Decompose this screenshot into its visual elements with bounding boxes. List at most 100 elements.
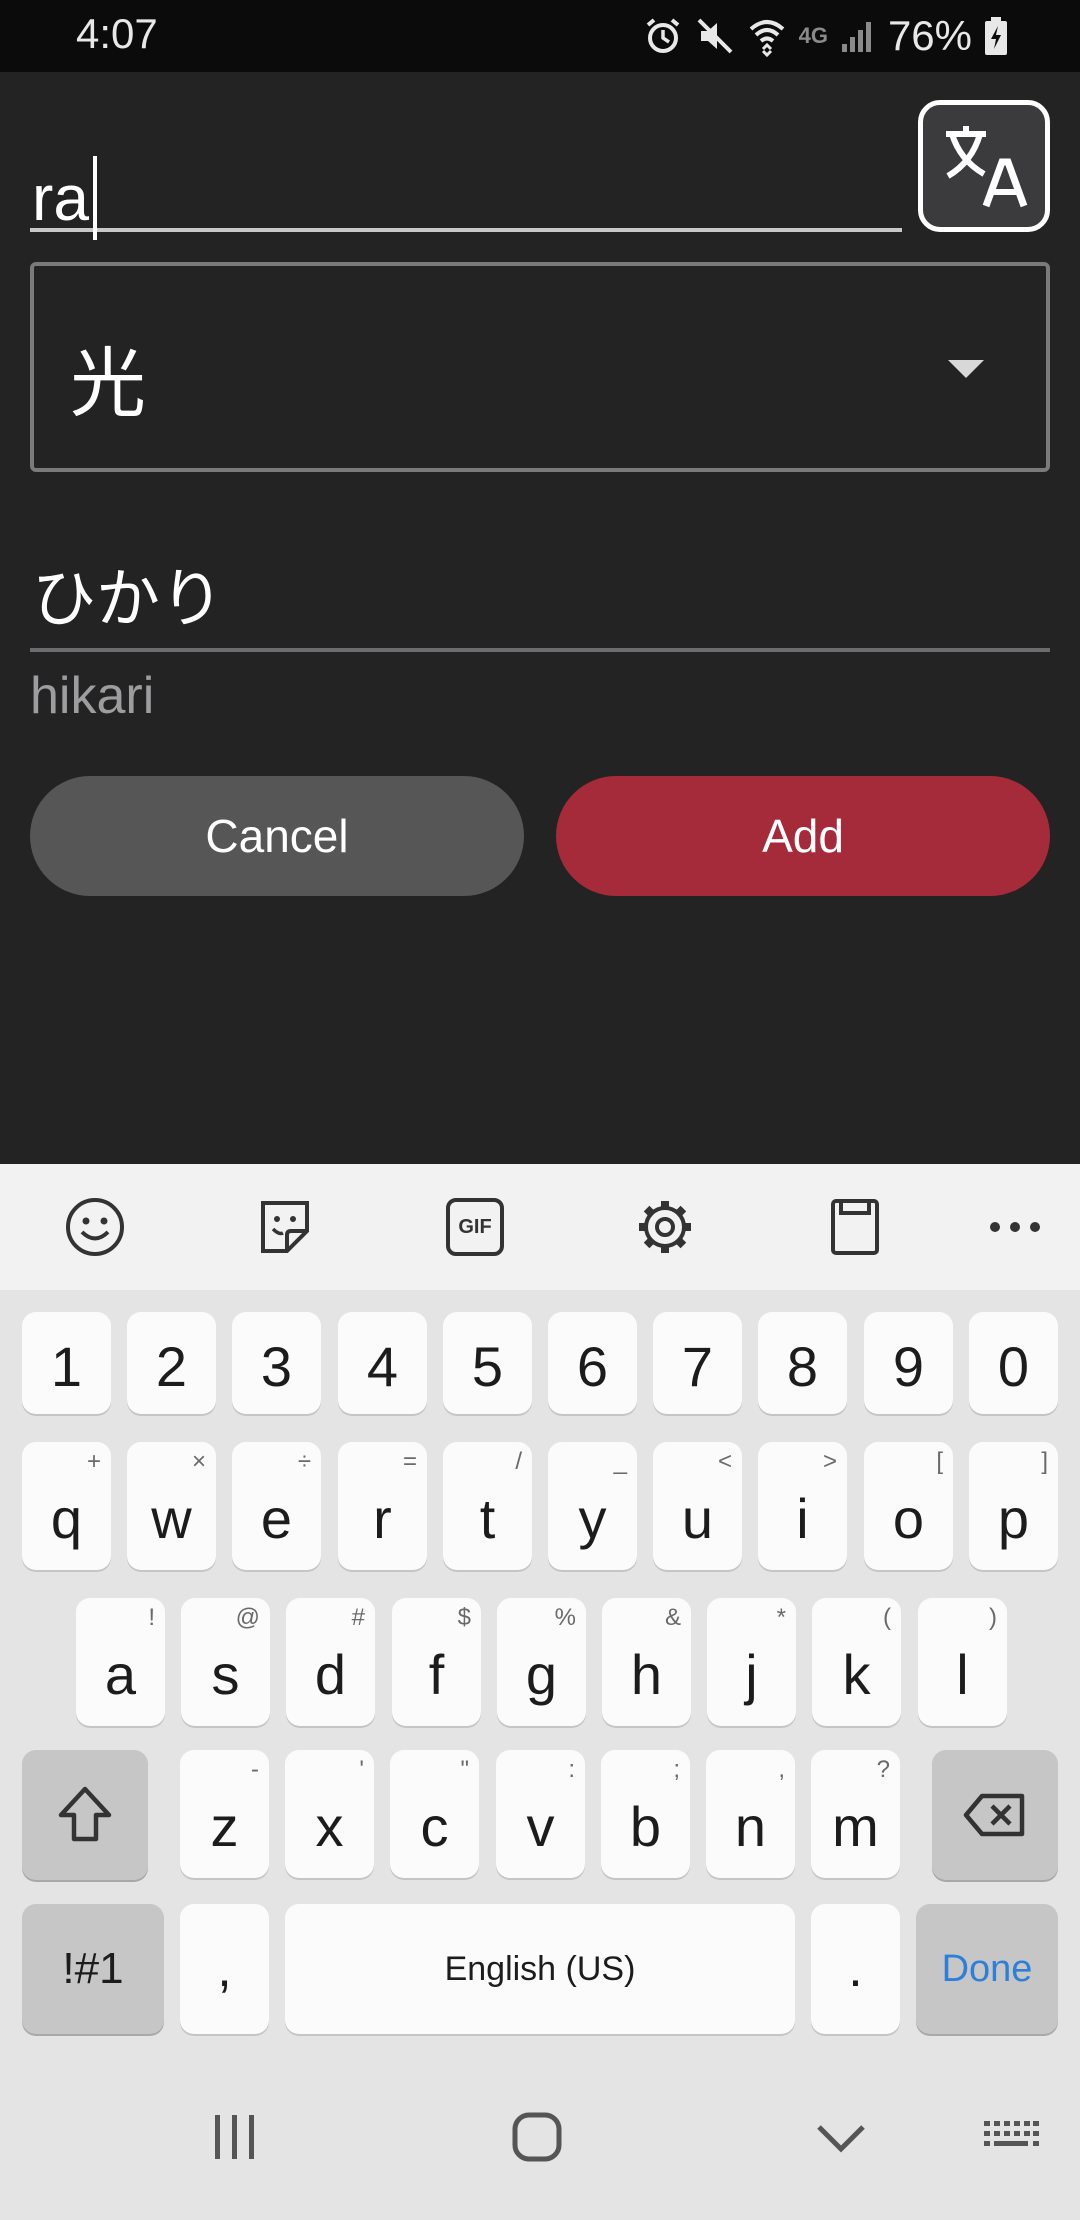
key-l[interactable]: ) l bbox=[918, 1598, 1007, 1726]
key-8[interactable]: 8 bbox=[758, 1312, 847, 1414]
home-button[interactable] bbox=[502, 2102, 572, 2172]
key-a[interactable]: ! a bbox=[76, 1598, 165, 1726]
back-button[interactable] bbox=[806, 2102, 876, 2172]
key-label: q bbox=[50, 1487, 83, 1550]
translate-button[interactable] bbox=[918, 100, 1050, 232]
key-h[interactable]: & h bbox=[602, 1598, 691, 1726]
key-g[interactable]: % g bbox=[497, 1598, 586, 1726]
key-p[interactable]: ] p bbox=[969, 1442, 1058, 1570]
home-icon bbox=[512, 2112, 562, 2162]
key-label: v bbox=[526, 1795, 555, 1858]
more-button[interactable] bbox=[982, 1194, 1048, 1260]
key-1[interactable]: 1 bbox=[22, 1312, 111, 1414]
key-label: k bbox=[842, 1643, 871, 1706]
key-6[interactable]: 6 bbox=[548, 1312, 637, 1414]
keyboard-switch-icon bbox=[984, 2121, 1039, 2146]
key-d[interactable]: # d bbox=[286, 1598, 375, 1726]
text-caret bbox=[92, 156, 97, 240]
key-i[interactable]: > i bbox=[758, 1442, 847, 1570]
cancel-button[interactable]: Cancel bbox=[30, 776, 524, 896]
comma-key[interactable]: , bbox=[180, 1904, 269, 2034]
add-word-dialog: ra 光 ひかり hikari Cancel Add bbox=[0, 72, 1080, 1164]
status-bar: 4:07 4G 76% bbox=[0, 0, 1080, 72]
key-alt-label: : bbox=[568, 1756, 575, 1783]
symbols-key[interactable]: !#1 bbox=[22, 1904, 164, 2034]
key-alt-label: ] bbox=[1041, 1448, 1048, 1475]
key-label: f bbox=[428, 1643, 445, 1706]
key-o[interactable]: [o bbox=[864, 1442, 953, 1570]
done-key[interactable]: Done bbox=[916, 1904, 1058, 2034]
keyboard-switch-button[interactable] bbox=[976, 2102, 1046, 2172]
key-label: l bbox=[956, 1643, 969, 1706]
key-b[interactable]: ; b bbox=[601, 1750, 690, 1878]
key-alt-label: ' bbox=[359, 1756, 364, 1783]
key-z[interactable]: -z bbox=[180, 1750, 269, 1878]
key-label: !#1 bbox=[62, 1944, 124, 1993]
word-input-text: ra bbox=[32, 162, 89, 234]
key-alt-label: + bbox=[86, 1448, 101, 1475]
period-key[interactable]: . bbox=[811, 1904, 900, 2034]
word-input[interactable]: ra bbox=[30, 112, 902, 240]
key-y[interactable]: _ y bbox=[548, 1442, 637, 1570]
key-label: r bbox=[373, 1487, 392, 1550]
dropdown-arrow-icon bbox=[948, 360, 984, 378]
key-alt-label: ! bbox=[148, 1604, 155, 1631]
key-w[interactable]: × w bbox=[127, 1442, 216, 1570]
add-button[interactable]: Add bbox=[556, 776, 1050, 896]
key-alt-label: [ bbox=[936, 1448, 943, 1475]
key-m[interactable]: ? m bbox=[811, 1750, 900, 1878]
key-e[interactable]: ÷ e bbox=[232, 1442, 321, 1570]
recent-apps-icon bbox=[215, 2115, 254, 2159]
backspace-icon bbox=[963, 1793, 1025, 1837]
key-x[interactable]: ' x bbox=[285, 1750, 374, 1878]
keyboard-settings-button[interactable] bbox=[632, 1194, 698, 1260]
key-u[interactable]: < u bbox=[653, 1442, 742, 1570]
key-s[interactable]: @ s bbox=[181, 1598, 270, 1726]
space-key[interactable]: English (US) bbox=[285, 1904, 795, 2034]
key-r[interactable]: = r bbox=[338, 1442, 427, 1570]
backspace-key[interactable] bbox=[932, 1750, 1058, 1880]
key-5[interactable]: 5 bbox=[443, 1312, 532, 1414]
reading-field[interactable]: ひかり bbox=[30, 512, 1050, 652]
shift-key[interactable] bbox=[22, 1750, 148, 1880]
key-4[interactable]: 4 bbox=[338, 1312, 427, 1414]
key-alt-label: ? bbox=[876, 1756, 890, 1783]
recent-apps-button[interactable] bbox=[200, 2102, 270, 2172]
battery-percent: 76% bbox=[887, 12, 972, 59]
key-k[interactable]: (k bbox=[812, 1598, 901, 1726]
emoji-button[interactable] bbox=[62, 1194, 128, 1260]
clipboard-button[interactable] bbox=[822, 1194, 888, 1260]
sticker-button[interactable] bbox=[252, 1194, 318, 1260]
key-alt-label: ) bbox=[989, 1604, 997, 1631]
key-f[interactable]: $ f bbox=[392, 1598, 481, 1726]
kanji-dropdown[interactable]: 光 bbox=[30, 262, 1050, 472]
key-q[interactable]: + q bbox=[22, 1442, 111, 1570]
key-alt-label: # bbox=[351, 1604, 365, 1631]
gif-button[interactable]: GIF bbox=[442, 1194, 508, 1260]
key-label: w bbox=[151, 1487, 192, 1550]
key-2[interactable]: 2 bbox=[127, 1312, 216, 1414]
key-label: i bbox=[796, 1487, 809, 1550]
back-icon bbox=[817, 2125, 865, 2153]
key-9[interactable]: 9 bbox=[864, 1312, 953, 1414]
key-label: 2 bbox=[155, 1335, 188, 1398]
key-v[interactable]: :v bbox=[496, 1750, 585, 1878]
key-t[interactable]: / t bbox=[443, 1442, 532, 1570]
key-c[interactable]: " c bbox=[390, 1750, 479, 1878]
key-alt-label: , bbox=[778, 1756, 785, 1783]
key-alt-label: _ bbox=[613, 1448, 627, 1475]
mute-icon bbox=[697, 18, 732, 54]
key-3[interactable]: 3 bbox=[232, 1312, 321, 1414]
key-label: o bbox=[892, 1487, 925, 1550]
key-7[interactable]: 7 bbox=[653, 1312, 742, 1414]
key-label: Done bbox=[941, 1947, 1033, 1990]
clipboard-icon bbox=[831, 1199, 879, 1255]
key-label: j bbox=[745, 1643, 758, 1706]
key-0[interactable]: 0 bbox=[969, 1312, 1058, 1414]
key-n[interactable]: ,n bbox=[706, 1750, 795, 1878]
key-label: g bbox=[525, 1643, 558, 1706]
key-alt-label: ; bbox=[673, 1756, 680, 1783]
key-j[interactable]: * j bbox=[707, 1598, 796, 1726]
key-label: 9 bbox=[892, 1335, 925, 1398]
key-alt-label: & bbox=[664, 1604, 681, 1631]
